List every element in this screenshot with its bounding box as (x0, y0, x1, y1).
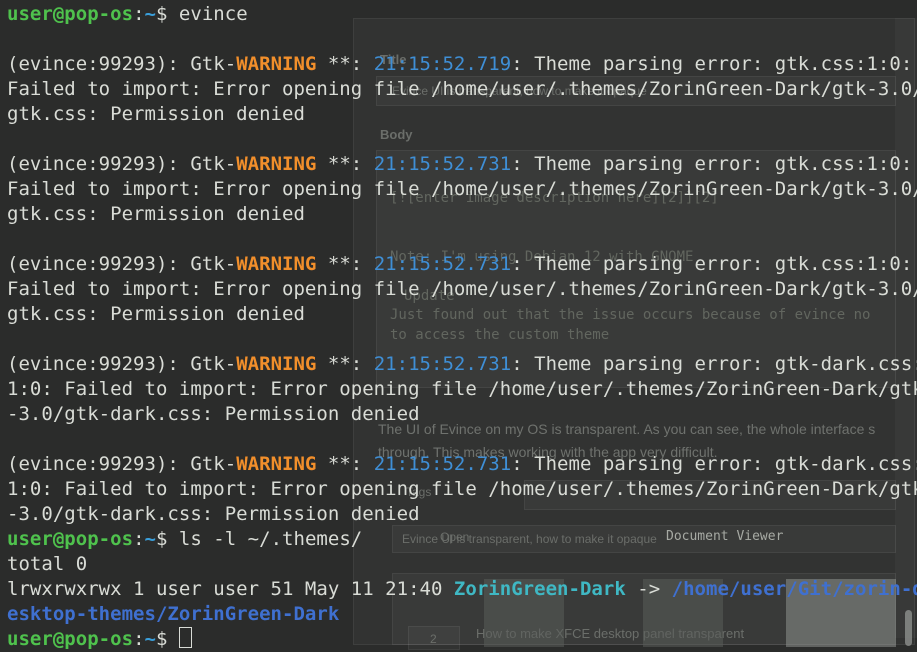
warning-line: Failed to import: Error opening file /ho… (7, 278, 917, 300)
warning-level: WARNING (236, 353, 317, 375)
prompt-path: ~ (144, 528, 156, 550)
warning-line: Failed to import: Error opening file /ho… (7, 78, 917, 100)
warning-line: gtk.css: Permission denied (7, 203, 305, 225)
terminal-cursor[interactable] (178, 627, 192, 648)
warning-line: 1:0: Failed to import: Error opening fil… (7, 378, 917, 400)
prompt-line: user@pop-os:~$ ls -l ~/.themes/ (7, 528, 363, 550)
ls-entry: lrwxrwxrwx 1 user user 51 May 11 21:40 Z… (7, 577, 917, 602)
warning-line: (evince:99293): Gtk-WARNING **: 21:15:52… (7, 453, 917, 475)
warning-line: gtk.css: Permission denied (7, 303, 305, 325)
ls-total: total 0 (7, 553, 88, 575)
warning-level: WARNING (236, 53, 317, 75)
warning-timestamp: 21:15:52.731 (373, 253, 512, 275)
prompt-path: ~ (144, 3, 156, 25)
prompt-line: user@pop-os:~$ evince (7, 3, 248, 25)
prompt-user: user@pop-os (7, 3, 134, 25)
warning-level: WARNING (236, 453, 317, 475)
warning-line: (evince:99293): Gtk-WARNING **: 21:15:52… (7, 253, 913, 275)
warning-line: -3.0/gtk-dark.css: Permission denied (7, 403, 420, 425)
warning-line: (evince:99293): Gtk-WARNING **: 21:15:52… (7, 353, 917, 375)
warning-timestamp: 21:15:52.731 (373, 453, 512, 475)
warning-line: (evince:99293): Gtk-WARNING **: 21:15:52… (7, 53, 913, 75)
warning-line: -3.0/gtk-dark.css: Permission denied (7, 503, 420, 525)
warning-level: WARNING (236, 253, 317, 275)
terminal-output[interactable]: user@pop-os:~$ evince (evince:99293): Gt… (7, 2, 917, 652)
warning-level: WARNING (236, 153, 317, 175)
prompt-user: user@pop-os (7, 528, 134, 550)
symlink-name: ZorinGreen-Dark (453, 578, 626, 600)
warning-line: Failed to import: Error opening file /ho… (7, 178, 917, 200)
warning-timestamp: 21:15:52.731 (373, 353, 512, 375)
warning-line: (evince:99293): Gtk-WARNING **: 21:15:52… (7, 153, 913, 175)
prompt-line: user@pop-os:~$ (7, 627, 912, 652)
warning-line: gtk.css: Permission denied (7, 103, 305, 125)
warning-timestamp: 21:15:52.719 (373, 53, 512, 75)
symlink-target: /home/user/Git/zorin-d (671, 578, 917, 600)
warning-timestamp: 21:15:52.731 (373, 153, 512, 175)
command-text: ls -l ~/.themes/ (178, 528, 363, 550)
symlink-target: esktop-themes/ZorinGreen-Dark (7, 603, 340, 625)
warning-line: 1:0: Failed to import: Error opening fil… (7, 478, 917, 500)
ls-entry-wrap: esktop-themes/ZorinGreen-Dark (7, 602, 912, 627)
command-text: evince (178, 3, 248, 25)
